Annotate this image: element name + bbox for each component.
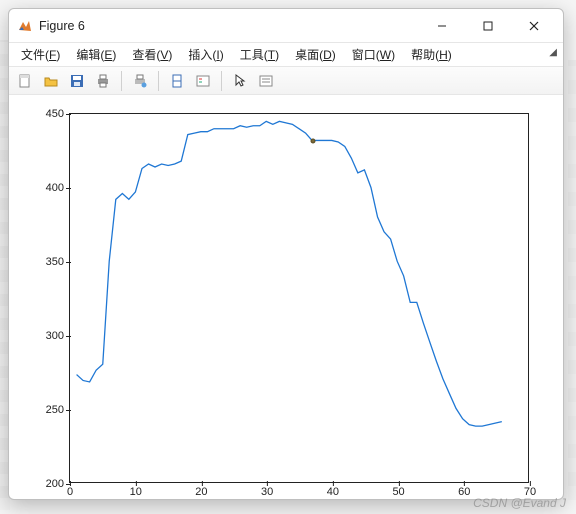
matlab-icon bbox=[17, 18, 33, 34]
x-tick: 10 bbox=[130, 482, 142, 498]
y-tick: 350 bbox=[46, 256, 70, 268]
plot-area: 200250300350400450010203040506070 bbox=[9, 95, 563, 499]
x-tick: 20 bbox=[195, 482, 207, 498]
close-button[interactable] bbox=[511, 11, 557, 41]
edit-plot-button[interactable] bbox=[128, 70, 152, 92]
data-cursor-icon bbox=[132, 73, 148, 89]
x-tick: 40 bbox=[327, 482, 339, 498]
link-button[interactable] bbox=[165, 70, 189, 92]
open-folder-icon bbox=[43, 73, 59, 89]
menu-i[interactable]: 插入(I) bbox=[180, 44, 231, 65]
new-figure-button[interactable] bbox=[13, 70, 37, 92]
pointer-button[interactable] bbox=[228, 70, 252, 92]
menu-t[interactable]: 工具(T) bbox=[232, 44, 287, 65]
y-tick: 450 bbox=[46, 108, 70, 120]
pointer-icon bbox=[232, 73, 248, 89]
x-tick: 30 bbox=[261, 482, 273, 498]
menu-v[interactable]: 查看(V) bbox=[124, 44, 180, 65]
titlebar: Figure 6 bbox=[9, 9, 563, 43]
toolbar-separator bbox=[158, 71, 159, 91]
data-marker[interactable] bbox=[311, 138, 316, 143]
x-tick: 70 bbox=[524, 482, 536, 498]
axes[interactable]: 200250300350400450010203040506070 bbox=[69, 113, 529, 483]
background-gutter-right bbox=[568, 60, 576, 500]
y-tick: 400 bbox=[46, 182, 70, 194]
menu-f[interactable]: 文件(F) bbox=[13, 44, 68, 65]
maximize-button[interactable] bbox=[465, 11, 511, 41]
figure-window: Figure 6 文件(F)编辑(E)查看(V)插入(I)工具(T)桌面(D)窗… bbox=[8, 8, 564, 500]
menu-e[interactable]: 编辑(E) bbox=[68, 44, 124, 65]
insert-legend-icon bbox=[195, 73, 211, 89]
line-plot bbox=[70, 114, 528, 482]
minimize-button[interactable] bbox=[419, 11, 465, 41]
print-icon bbox=[95, 73, 111, 89]
x-tick: 50 bbox=[392, 482, 404, 498]
save-icon bbox=[69, 73, 85, 89]
colorbar-button[interactable] bbox=[254, 70, 278, 92]
toolbar-separator bbox=[121, 71, 122, 91]
x-tick: 60 bbox=[458, 482, 470, 498]
menu-d[interactable]: 桌面(D) bbox=[287, 44, 344, 65]
new-figure-icon bbox=[17, 73, 33, 89]
toolbar-overflow-icon[interactable]: ◢ bbox=[549, 47, 557, 58]
print-button[interactable] bbox=[91, 70, 115, 92]
link-axes-icon bbox=[169, 73, 185, 89]
x-tick: 0 bbox=[67, 482, 73, 498]
menubar: 文件(F)编辑(E)查看(V)插入(I)工具(T)桌面(D)窗口(W)帮助(H)… bbox=[9, 43, 563, 67]
toolbar bbox=[9, 67, 563, 95]
y-tick: 300 bbox=[46, 330, 70, 342]
colorbar-icon bbox=[258, 73, 274, 89]
toolbar-separator bbox=[221, 71, 222, 91]
menu-h[interactable]: 帮助(H) bbox=[403, 44, 460, 65]
menu-w[interactable]: 窗口(W) bbox=[344, 44, 403, 65]
legend-button[interactable] bbox=[191, 70, 215, 92]
save-button[interactable] bbox=[65, 70, 89, 92]
open-button[interactable] bbox=[39, 70, 63, 92]
window-title: Figure 6 bbox=[39, 19, 419, 33]
y-tick: 250 bbox=[46, 404, 70, 416]
